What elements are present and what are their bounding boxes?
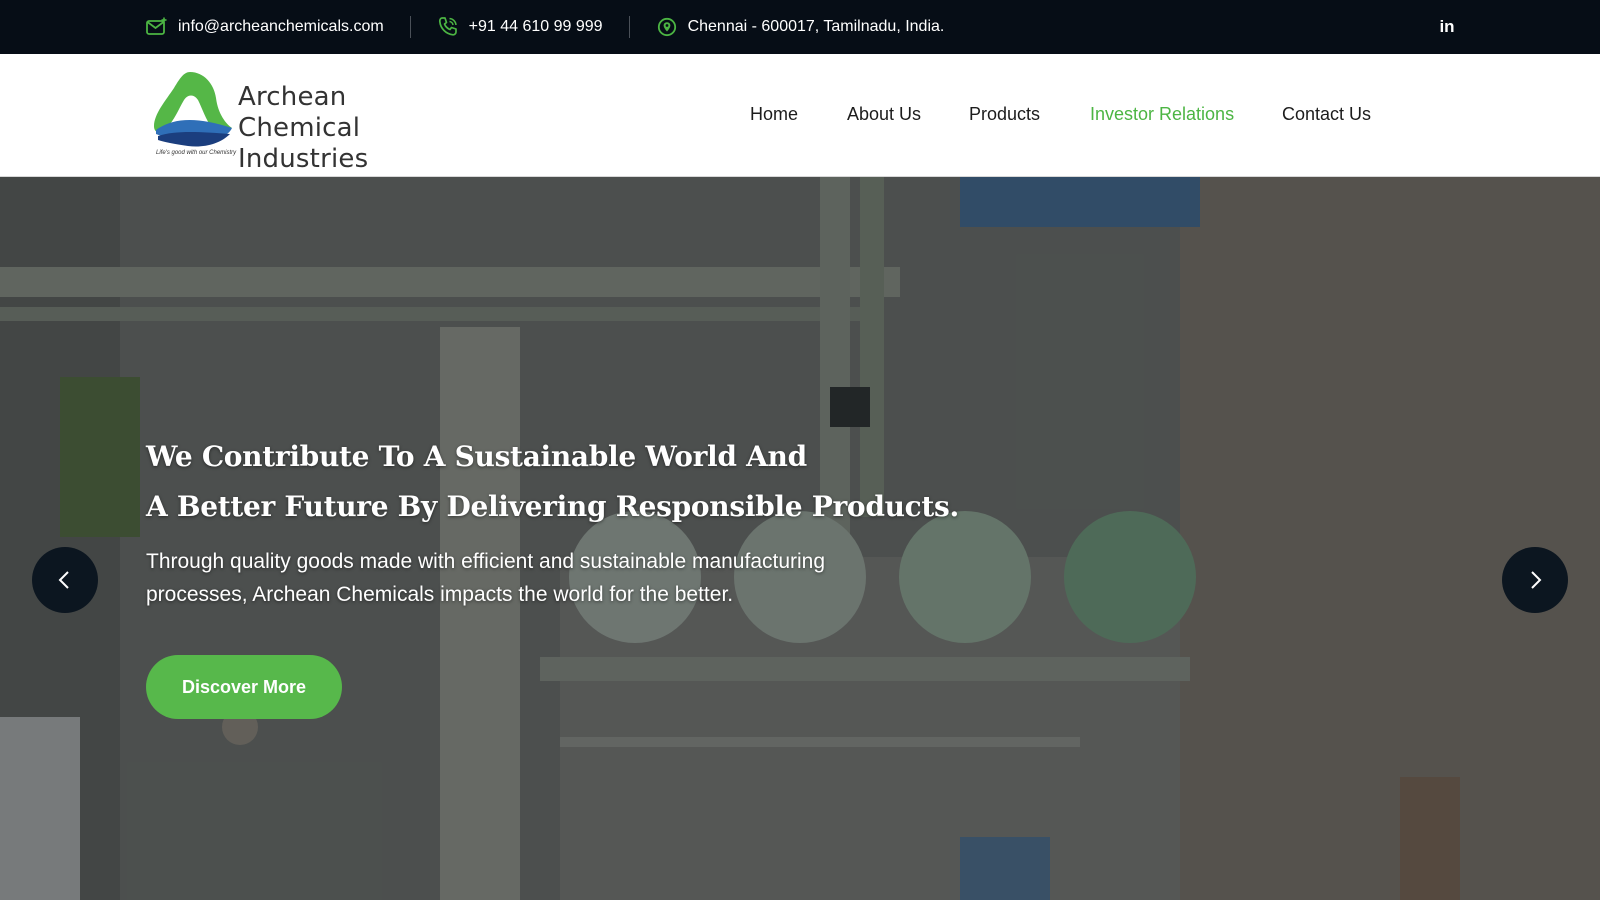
hero-subtitle: Through quality goods made with efficien… bbox=[146, 545, 906, 611]
hero-title: We Contribute To A Sustainable World And… bbox=[146, 432, 1046, 532]
hero-subtitle-line2: processes, Archean Chemicals impacts the… bbox=[146, 583, 734, 606]
email-text[interactable]: info@archeanchemicals.com bbox=[178, 18, 384, 36]
discover-more-button[interactable]: Discover More bbox=[146, 655, 342, 719]
phone-icon bbox=[437, 16, 459, 38]
site-header: Archean Chemical Industries Limited Life… bbox=[0, 54, 1600, 205]
phone-contact[interactable]: +91 44 610 99 999 bbox=[437, 0, 603, 54]
main-navigation: Home About Us Products Investor Relation… bbox=[0, 54, 1600, 177]
hero-title-line2: A Better Future By Delivering Responsibl… bbox=[146, 490, 959, 523]
location-icon bbox=[656, 16, 678, 38]
chevron-left-icon bbox=[58, 571, 69, 589]
nav-investor-relations[interactable]: Investor Relations bbox=[1090, 104, 1234, 125]
top-contact-bar: info@archeanchemicals.com +91 44 610 99 … bbox=[0, 0, 1600, 54]
hero-title-line1: We Contribute To A Sustainable World And bbox=[146, 440, 807, 473]
address-contact: Chennai - 600017, Tamilnadu, India. bbox=[656, 0, 945, 54]
hero-slider: We Contribute To A Sustainable World And… bbox=[0, 177, 1600, 900]
hero-subtitle-line1: Through quality goods made with efficien… bbox=[146, 550, 826, 573]
divider bbox=[409, 16, 411, 38]
chevron-right-icon bbox=[1531, 571, 1542, 589]
slider-next-button[interactable] bbox=[1502, 547, 1568, 613]
nav-home[interactable]: Home bbox=[750, 104, 798, 125]
slider-prev-button[interactable] bbox=[32, 547, 98, 613]
linkedin-icon[interactable]: in bbox=[1436, 16, 1458, 38]
address-text: Chennai - 600017, Tamilnadu, India. bbox=[687, 18, 945, 35]
email-contact[interactable]: info@archeanchemicals.com bbox=[146, 0, 384, 54]
mail-icon bbox=[146, 16, 168, 38]
nav-products[interactable]: Products bbox=[969, 104, 1040, 125]
phone-text[interactable]: +91 44 610 99 999 bbox=[469, 18, 603, 36]
hero-overlay bbox=[0, 177, 1600, 900]
nav-contact-us[interactable]: Contact Us bbox=[1282, 104, 1371, 125]
nav-about-us[interactable]: About Us bbox=[847, 104, 921, 125]
divider bbox=[628, 16, 630, 38]
